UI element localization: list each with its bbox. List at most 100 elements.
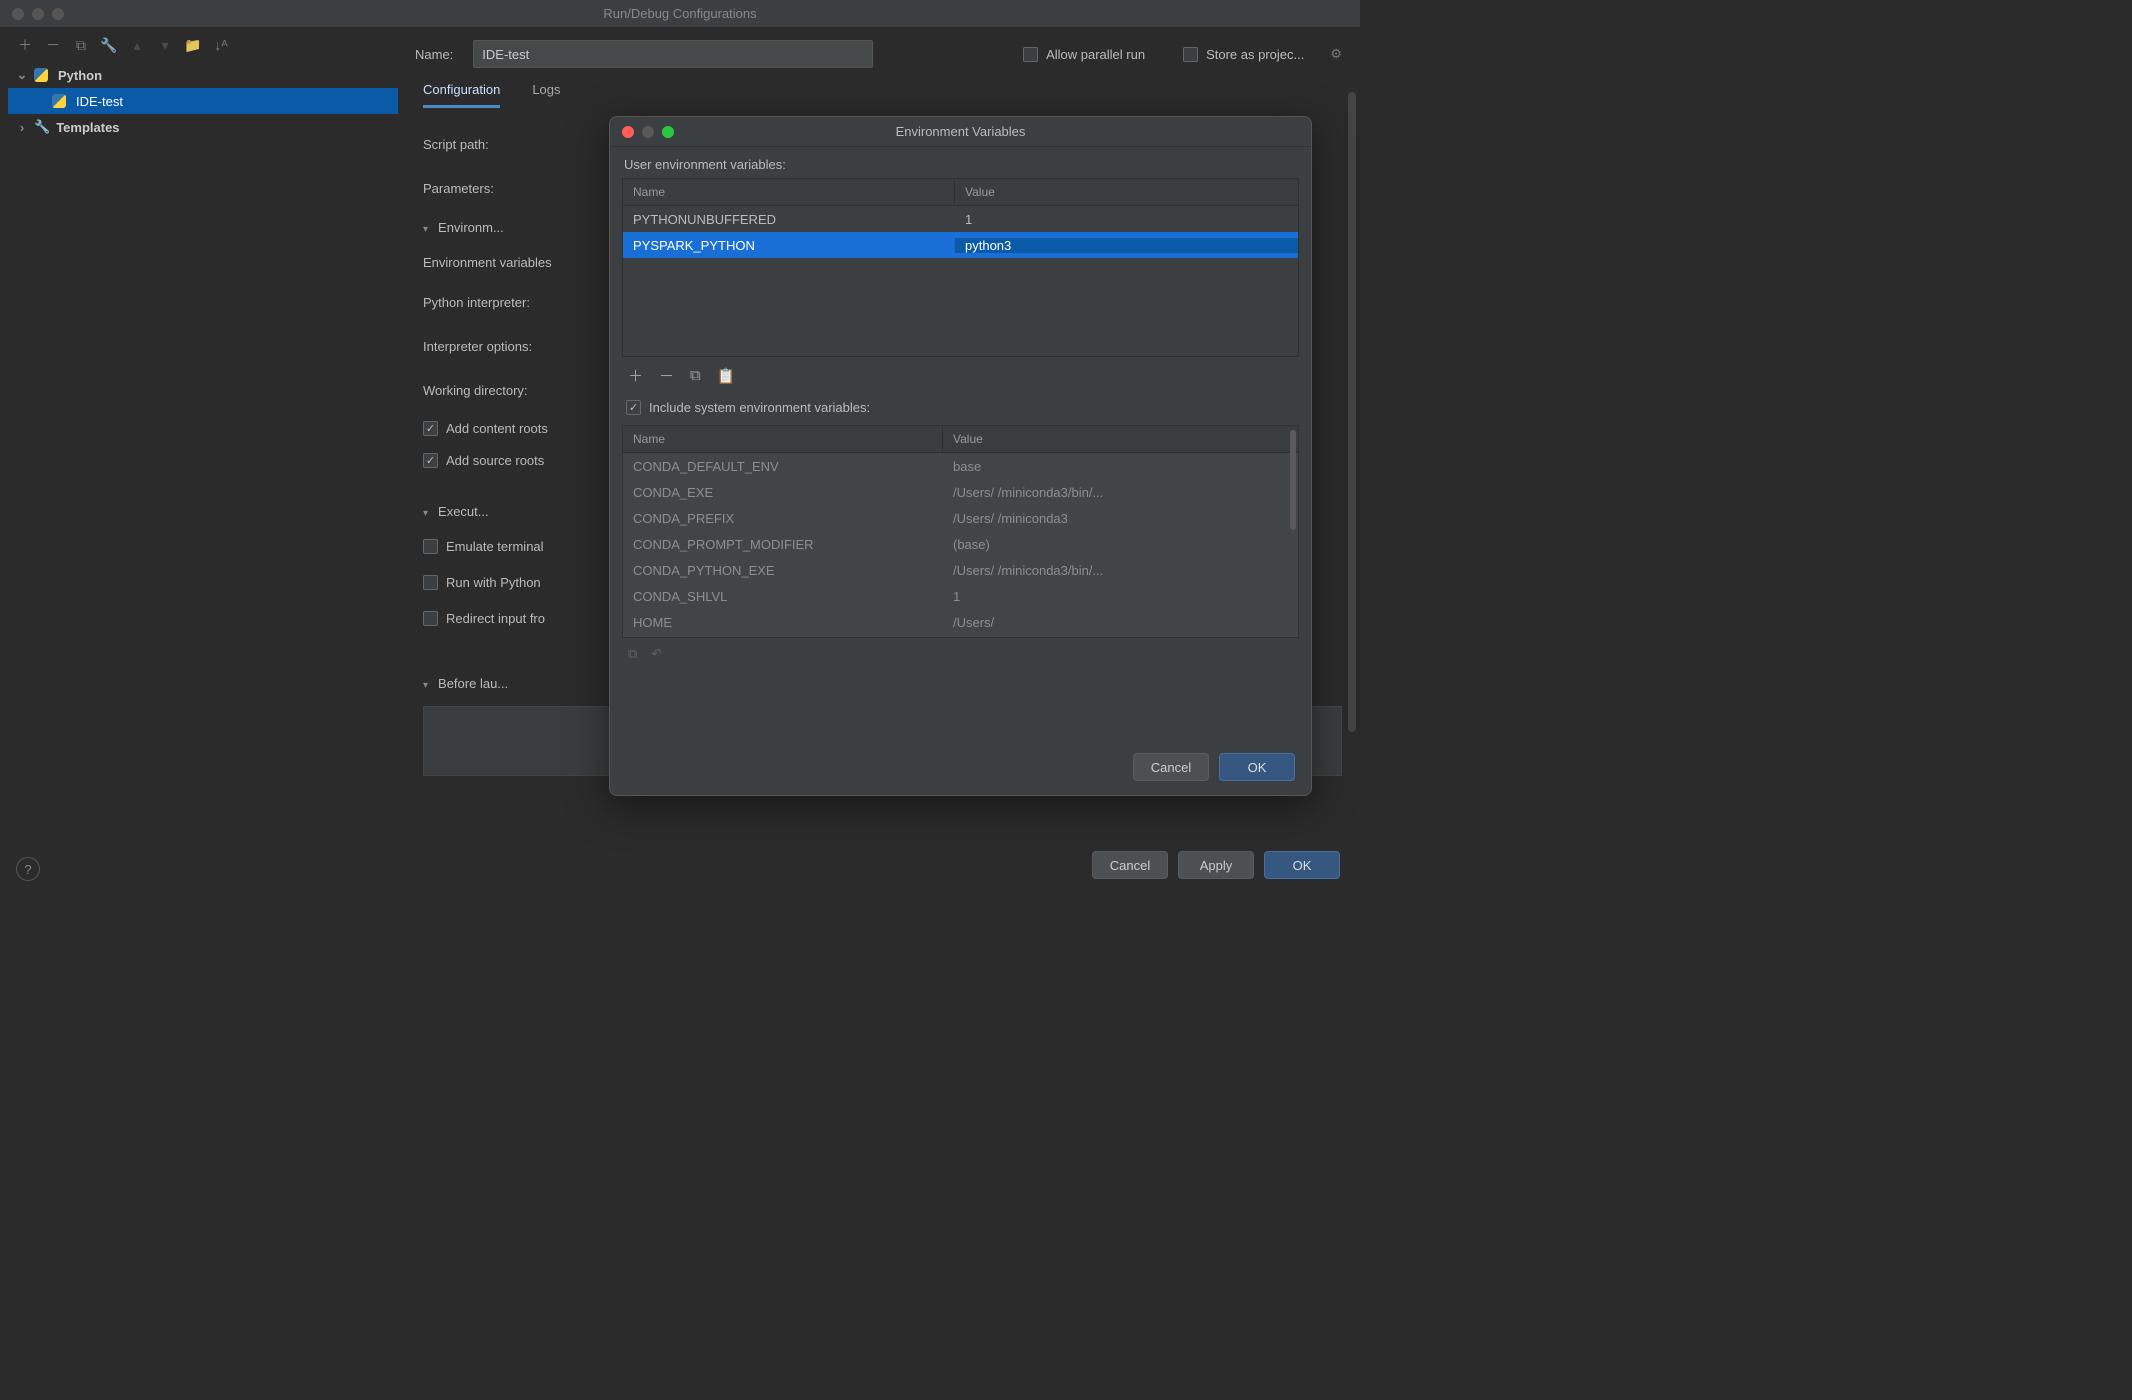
env-value: 1 [955,212,1298,227]
scrollbar[interactable] [1348,92,1356,732]
system-env-row[interactable]: CONDA_PROMPT_MODIFIER(base) [623,531,1298,557]
dialog-title: Environment Variables [610,124,1311,139]
system-env-toolbar: ⧉ ↶ [610,638,1311,670]
env-name: CONDA_PREFIX [623,511,943,526]
system-env-row[interactable]: CONDA_PREFIX/Users/ /miniconda3 [623,505,1298,531]
system-env-row[interactable]: CONDA_PYTHON_EXE/Users/ /miniconda3/bin/… [623,557,1298,583]
add-content-roots-checkbox[interactable]: Add content roots [423,412,548,444]
scrollbar[interactable] [1290,430,1296,530]
gear-icon[interactable]: ⚙ [1330,46,1342,62]
tree-item-ide-test[interactable]: IDE-test [8,88,398,114]
env-name: HOME [623,615,943,630]
env-value: /Users/ /miniconda3/bin/... [943,563,1298,578]
config-tree: ⌄ Python IDE-test › 🔧 Templates [8,62,398,140]
system-env-row[interactable]: CONDA_DEFAULT_ENVbase [623,453,1298,479]
copy-icon[interactable]: ⧉ [628,646,637,662]
main-dialog-buttons: Cancel Apply OK [1092,851,1340,879]
add-icon[interactable]: ＋ [628,365,643,386]
python-icon [34,68,48,82]
column-header-value[interactable]: Value [955,179,1298,205]
remove-icon[interactable]: － [659,365,674,386]
configurations-sidebar: ＋ － ⧉ 🔧 ▴ ▾ 📁 ↓ᴬ ⌄ Python IDE-test › 🔧 T… [8,32,398,843]
env-value: /Users/ [943,615,1298,630]
env-row-selected[interactable]: PYSPARK_PYTHON python3 [623,232,1298,258]
parameters-label: Parameters: [423,181,603,196]
column-header-value[interactable]: Value [943,426,1298,452]
env-name: PYSPARK_PYTHON [623,238,955,253]
redirect-input-checkbox[interactable]: Redirect input fro [423,600,545,636]
allow-parallel-checkbox[interactable]: Allow parallel run [1023,47,1145,62]
checkbox-label: Include system environment variables: [649,400,870,415]
env-vars-label: Environment variables [423,255,603,270]
system-env-row[interactable]: HOME/Users/ [623,609,1298,635]
expand-icon[interactable]: › [16,120,28,135]
help-icon[interactable]: ? [16,857,40,881]
checkbox-icon [626,400,641,415]
environment-variables-dialog: Environment Variables User environment v… [609,116,1312,796]
tab-configuration[interactable]: Configuration [423,82,500,108]
paste-icon[interactable]: 📋 [717,367,736,385]
script-path-label: Script path: [423,137,603,152]
cancel-button[interactable]: Cancel [1133,753,1209,781]
system-env-row[interactable]: JAVA_HOME/Library/Java/JavaVirtualMachin… [623,635,1298,637]
column-header-name[interactable]: Name [623,426,943,452]
system-env-row[interactable]: CONDA_SHLVL1 [623,583,1298,609]
expand-icon[interactable]: ⌄ [16,67,28,83]
env-value: (base) [943,537,1298,552]
add-source-roots-checkbox[interactable]: Add source roots [423,444,544,476]
python-interpreter-label: Python interpreter: [423,295,603,310]
undo-icon[interactable]: ↶ [651,646,662,662]
apply-button[interactable]: Apply [1178,851,1254,879]
env-row[interactable]: PYTHONUNBUFFERED 1 [623,206,1298,232]
user-env-table: Name Value PYTHONUNBUFFERED 1 PYSPARK_PY… [622,178,1299,357]
emulate-terminal-checkbox[interactable]: Emulate terminal [423,528,544,564]
checkbox-label: Allow parallel run [1046,47,1145,62]
wrench-icon: 🔧 [34,119,50,135]
checkbox-icon [1183,47,1198,62]
tree-node-python[interactable]: ⌄ Python [8,62,398,88]
remove-icon[interactable]: － [46,38,60,52]
env-value: base [943,459,1298,474]
user-env-label: User environment variables: [610,147,1311,178]
name-input[interactable] [473,40,873,68]
add-icon[interactable]: ＋ [18,38,32,52]
working-directory-label: Working directory: [423,383,603,398]
system-env-row[interactable]: CONDA_EXE/Users/ /miniconda3/bin/... [623,479,1298,505]
window-title: Run/Debug Configurations [0,6,1360,21]
env-value: /Users/ /miniconda3 [943,511,1298,526]
tree-item-label: IDE-test [76,94,123,109]
name-label: Name: [415,47,453,62]
env-name: CONDA_EXE [623,485,943,500]
env-value-input[interactable]: python3 [955,238,1298,253]
env-name: CONDA_DEFAULT_ENV [623,459,943,474]
copy-icon[interactable]: ⧉ [690,367,701,384]
down-icon[interactable]: ▾ [158,38,172,52]
run-with-python-checkbox[interactable]: Run with Python [423,564,541,600]
copy-icon[interactable]: ⧉ [74,38,88,52]
folder-icon[interactable]: 📁 [186,38,200,52]
wrench-icon[interactable]: 🔧 [102,38,116,52]
checkbox-icon [1023,47,1038,62]
system-env-table: Name Value CONDA_DEFAULT_ENVbaseCONDA_EX… [622,425,1299,638]
env-name: CONDA_SHLVL [623,589,943,604]
ok-button[interactable]: OK [1264,851,1340,879]
checkbox-label: Store as projec... [1206,47,1304,62]
tree-node-label: Python [58,68,102,83]
python-icon [52,94,66,108]
sort-icon[interactable]: ↓ᴬ [214,38,228,52]
window-titlebar: Run/Debug Configurations [0,0,1360,28]
tab-logs[interactable]: Logs [532,82,560,108]
env-name: PYTHONUNBUFFERED [623,212,955,227]
env-value: /Users/ /miniconda3/bin/... [943,485,1298,500]
up-icon[interactable]: ▴ [130,38,144,52]
env-name: CONDA_PROMPT_MODIFIER [623,537,943,552]
tree-node-templates[interactable]: › 🔧 Templates [8,114,398,140]
store-as-project-checkbox[interactable]: Store as projec... [1183,47,1304,62]
ok-button[interactable]: OK [1219,753,1295,781]
env-value: 1 [943,589,1298,604]
include-system-checkbox[interactable]: Include system environment variables: [626,400,870,415]
cancel-button[interactable]: Cancel [1092,851,1168,879]
tree-node-label: Templates [56,120,119,135]
column-header-name[interactable]: Name [623,179,955,205]
user-env-toolbar: ＋ － ⧉ 📋 [610,357,1311,396]
